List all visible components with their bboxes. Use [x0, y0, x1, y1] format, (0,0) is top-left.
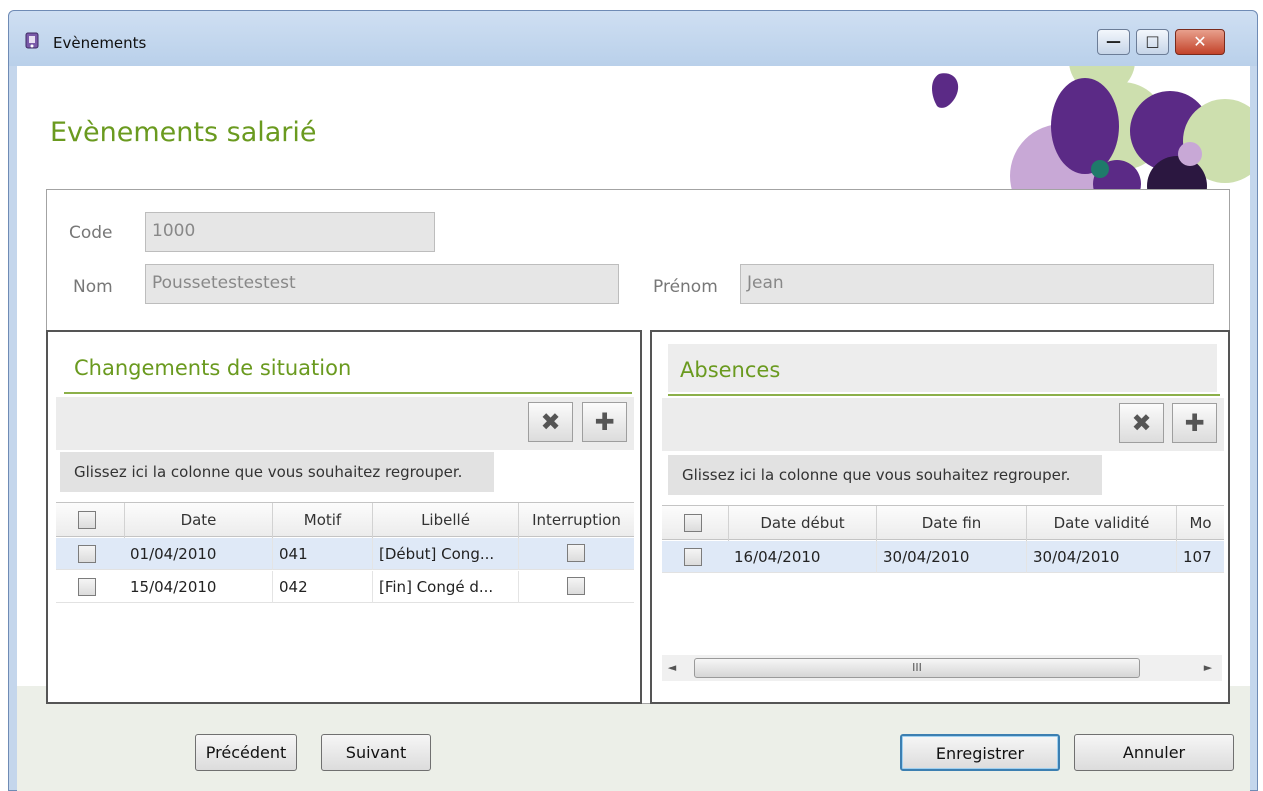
situation-add-button[interactable]: ✚ — [582, 402, 627, 442]
client-area: Evènements salarié Code 1000 Nom Pousset… — [17, 66, 1250, 791]
delete-icon: ✖ — [1131, 409, 1152, 437]
code-field: 1000 — [145, 212, 435, 252]
decorative-bubbles-image — [932, 66, 1250, 191]
interruption-checkbox[interactable] — [567, 544, 585, 562]
maximize-button[interactable]: □ — [1136, 29, 1169, 55]
situation-group-panel[interactable]: Glissez ici la colonne que vous souhaite… — [60, 452, 494, 492]
col-date-validite[interactable]: Date validité — [1026, 506, 1176, 541]
situation-delete-button[interactable]: ✖ — [528, 402, 573, 442]
situation-title: Changements de situation — [74, 356, 352, 380]
absences-group-panel[interactable]: Glissez ici la colonne que vous souhaite… — [668, 455, 1102, 495]
row-select-checkbox[interactable] — [78, 578, 96, 596]
table-row[interactable]: 15/04/2010 042 [Fin] Congé d... — [56, 571, 634, 603]
absences-horizontal-scrollbar[interactable]: ◄ III ► — [662, 655, 1222, 681]
absences-title: Absences — [680, 358, 781, 382]
add-icon: ✚ — [594, 408, 615, 436]
libelle-cell: [Début] Cong... — [372, 538, 518, 570]
col-date-fin[interactable]: Date fin — [876, 506, 1026, 541]
col-motif[interactable]: Motif — [272, 503, 372, 538]
scroll-thumb[interactable]: III — [694, 658, 1140, 678]
maximize-icon: □ — [1145, 32, 1160, 50]
interruption-cell — [518, 571, 634, 603]
scroll-left-arrow-icon[interactable]: ◄ — [662, 659, 682, 677]
table-row[interactable]: 16/04/2010 30/04/2010 30/04/2010 107 — [662, 541, 1224, 573]
motif-cell: 041 — [272, 538, 372, 570]
absences-panel: Absences ✖ ✚ Glissez ici la colonne que … — [650, 330, 1230, 704]
table-row[interactable]: 01/04/2010 041 [Début] Cong... — [56, 538, 634, 570]
delete-icon: ✖ — [540, 408, 561, 436]
date-fin-cell: 30/04/2010 — [876, 541, 1026, 573]
absences-delete-button[interactable]: ✖ — [1119, 403, 1164, 443]
motif-cell: 107 — [1176, 541, 1224, 573]
minimize-button[interactable]: — — [1097, 29, 1130, 55]
situation-title-underline — [64, 392, 632, 394]
row-select-checkbox[interactable] — [78, 545, 96, 563]
col-date-debut[interactable]: Date début — [728, 506, 876, 541]
app-icon — [25, 32, 39, 49]
situation-grid-header: Date Motif Libellé Interruption — [56, 502, 634, 538]
absences-add-button[interactable]: ✚ — [1172, 403, 1217, 443]
close-icon: ✕ — [1193, 32, 1207, 51]
code-label: Code — [69, 223, 113, 243]
precedent-button[interactable]: Précédent — [195, 734, 297, 771]
col-motif[interactable]: Mo — [1176, 506, 1224, 541]
events-window: Evènements — □ ✕ Evènements salarié Code… — [8, 10, 1258, 791]
interruption-checkbox[interactable] — [567, 577, 585, 595]
absences-grid-header: Date début Date fin Date validité Mo — [662, 505, 1224, 541]
col-interruption[interactable]: Interruption — [518, 503, 634, 538]
motif-cell: 042 — [272, 571, 372, 603]
prenom-label: Prénom — [653, 277, 718, 297]
add-icon: ✚ — [1184, 409, 1205, 437]
select-all-checkbox[interactable] — [684, 514, 702, 532]
absences-toolbar: ✖ ✚ — [662, 398, 1224, 451]
libelle-cell: [Fin] Congé d... — [372, 571, 518, 603]
date-validite-cell: 30/04/2010 — [1026, 541, 1176, 573]
col-date[interactable]: Date — [124, 503, 272, 538]
nom-field: Poussetestestest — [145, 264, 619, 304]
col-libelle[interactable]: Libellé — [372, 503, 518, 538]
select-all-cell[interactable] — [56, 503, 124, 538]
absences-title-underline — [668, 394, 1220, 396]
title-bar[interactable]: Evènements — □ ✕ — [9, 11, 1257, 66]
page-title: Evènements salarié — [50, 117, 317, 148]
suivant-button[interactable]: Suivant — [321, 734, 431, 771]
scroll-right-arrow-icon[interactable]: ► — [1198, 659, 1218, 677]
row-select-checkbox[interactable] — [684, 548, 702, 566]
window-title: Evènements — [53, 34, 147, 52]
enregistrer-button[interactable]: Enregistrer — [900, 734, 1060, 771]
minimize-icon: — — [1106, 32, 1121, 50]
annuler-button[interactable]: Annuler — [1074, 734, 1234, 771]
situation-toolbar: ✖ ✚ — [56, 397, 634, 450]
select-all-checkbox[interactable] — [78, 511, 96, 529]
interruption-cell — [518, 538, 634, 570]
date-cell: 15/04/2010 — [130, 578, 217, 596]
nom-label: Nom — [73, 277, 113, 297]
prenom-field: Jean — [740, 264, 1214, 304]
date-cell: 01/04/2010 — [130, 545, 217, 563]
select-all-cell[interactable] — [662, 506, 728, 541]
close-button[interactable]: ✕ — [1175, 29, 1225, 55]
situation-panel: Changements de situation ✖ ✚ Glissez ici… — [46, 330, 642, 704]
date-debut-cell: 16/04/2010 — [734, 548, 821, 566]
